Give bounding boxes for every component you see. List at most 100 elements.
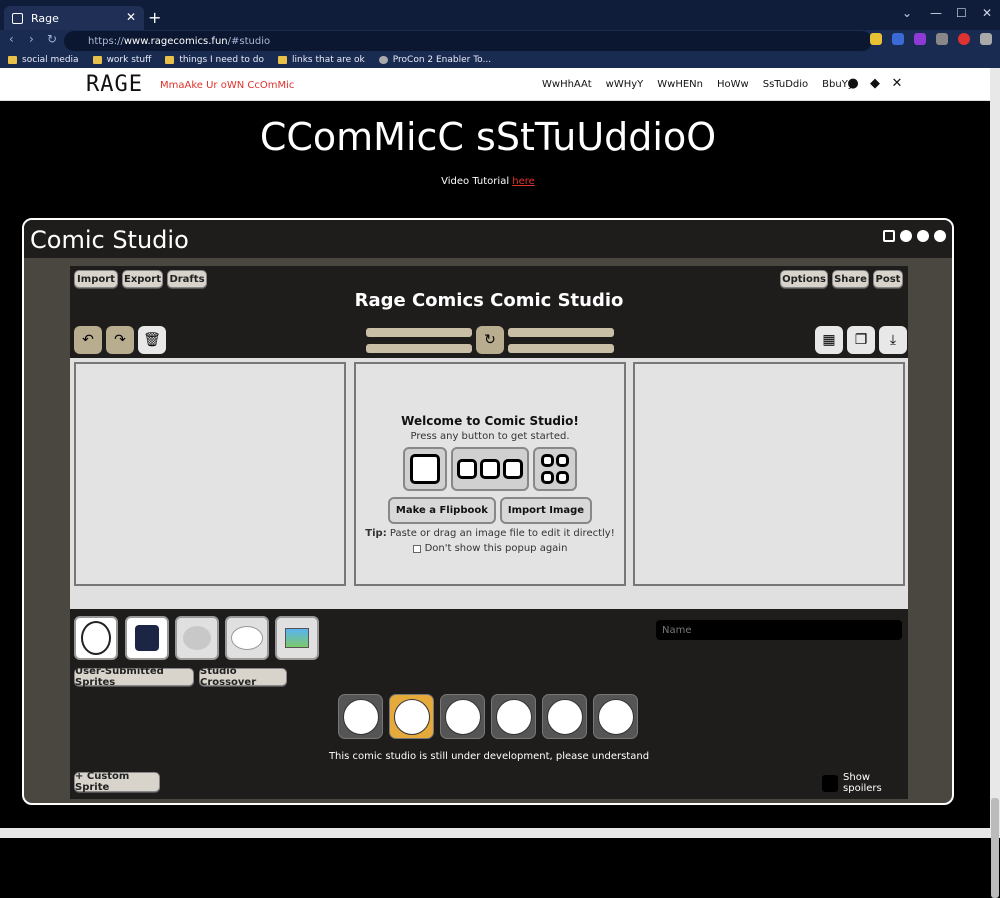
speech-bubble-sprite-button[interactable] <box>225 616 269 660</box>
comic-canvas: Welcome to Comic Studio! Press any butto… <box>70 358 908 609</box>
rage-face-sprite[interactable] <box>338 694 383 739</box>
add-panel-button[interactable]: ▦ <box>815 326 843 354</box>
panel-icon <box>457 459 477 479</box>
moon-icon[interactable] <box>917 230 929 242</box>
bookmark[interactable]: social media <box>8 55 79 65</box>
bookmark-label: work stuff <box>106 54 152 65</box>
comic-title[interactable]: Rage Comics Comic Studio <box>70 290 908 311</box>
spoiler-checkbox[interactable] <box>822 774 839 792</box>
extension-icon[interactable] <box>892 33 904 45</box>
download-icon[interactable] <box>936 33 948 45</box>
bookmark[interactable]: things I need to do <box>165 55 264 65</box>
comic-panel[interactable] <box>74 362 346 586</box>
avatar[interactable] <box>958 33 970 45</box>
comic-panel[interactable]: Welcome to Comic Studio! Press any butto… <box>354 362 626 586</box>
panel-icon <box>503 459 523 479</box>
bookmark[interactable]: links that are ok <box>278 55 365 65</box>
close-window-icon[interactable]: ✕ <box>982 6 992 20</box>
rage-face-sprite-button[interactable] <box>74 616 118 660</box>
import-image-button[interactable]: Import Image <box>499 497 593 524</box>
url-prefix: https:// <box>88 35 124 47</box>
options-button[interactable]: Options <box>780 270 828 288</box>
three-panel-layout-button[interactable] <box>451 447 529 491</box>
tab-title: Rage <box>31 11 59 25</box>
nav-link-what[interactable]: WwHhAAt <box>542 79 592 90</box>
address-bar[interactable]: https://www.ragecomics.fun/#studio <box>64 31 872 51</box>
dont-show-checkbox[interactable]: Don't show this popup again <box>412 543 567 554</box>
import-button[interactable]: Import <box>74 270 118 288</box>
duplicate-button[interactable]: ❐ <box>847 326 875 354</box>
bookmark[interactable]: ProCon 2 Enabler To... <box>378 55 491 65</box>
maximize-icon[interactable]: ☐ <box>956 6 967 20</box>
rage-face-sprite[interactable] <box>491 694 536 739</box>
show-spoilers-toggle[interactable]: Show spoilers <box>822 772 908 794</box>
delete-button[interactable]: 🗑 <box>138 326 166 354</box>
slider-bottom-right[interactable] <box>508 344 614 353</box>
popup-title: Welcome to Comic Studio! <box>401 414 579 428</box>
custom-sprite-button[interactable]: + Custom Sprite <box>74 771 160 793</box>
reload-icon[interactable]: ↻ <box>47 32 57 46</box>
menu-icon[interactable] <box>980 33 992 45</box>
hat-sprite-button[interactable] <box>125 616 169 660</box>
slider-bottom-left[interactable] <box>366 344 472 353</box>
monitor-icon[interactable] <box>883 230 895 242</box>
panel-icon <box>541 454 554 467</box>
rage-face-sprite[interactable] <box>593 694 638 739</box>
nav-link-studio[interactable]: SsTuDdio <box>763 79 808 90</box>
site-tagline: MmaAke Ur oWN CcOmMic <box>160 80 295 91</box>
horizontal-scrollbar[interactable] <box>0 828 990 838</box>
github-icon[interactable]: ● <box>846 77 860 91</box>
export-button[interactable]: Export <box>122 270 163 288</box>
nav-link-how[interactable]: HoWw <box>717 79 749 90</box>
page-title: CComMicC sStTuUddioO <box>259 115 717 159</box>
new-tab-icon[interactable]: + <box>148 8 161 27</box>
nav-link-when[interactable]: WwHENn <box>657 79 703 90</box>
extension-icon[interactable] <box>870 33 882 45</box>
swap-button[interactable]: ↻ <box>476 326 504 354</box>
single-panel-layout-button[interactable] <box>403 447 447 491</box>
post-button[interactable]: Post <box>873 270 903 288</box>
undo-button[interactable]: ↶ <box>74 326 102 354</box>
rage-face-sprite[interactable] <box>440 694 485 739</box>
slider-top-right[interactable] <box>508 328 614 337</box>
redo-button[interactable]: ↷ <box>106 326 134 354</box>
user-icon[interactable] <box>900 230 912 242</box>
scroll-thumb[interactable] <box>991 798 999 898</box>
trash-icon: 🗑 <box>143 332 161 348</box>
vertical-scrollbar[interactable] <box>990 68 1000 898</box>
user-submitted-sprites-button[interactable]: User-Submitted Sprites <box>74 666 194 688</box>
close-tab-icon[interactable]: ✕ <box>126 10 136 24</box>
extension-icon[interactable] <box>914 33 926 45</box>
checkbox[interactable] <box>412 544 421 553</box>
rage-face-sprite[interactable] <box>389 694 434 739</box>
site-logo[interactable]: RAGE <box>86 72 143 97</box>
show-spoilers-label: Show spoilers <box>843 772 882 794</box>
codepen-icon[interactable]: ◆ <box>868 77 882 91</box>
thought-bubble-sprite-button[interactable] <box>175 616 219 660</box>
video-tutorial-link[interactable]: here <box>512 176 535 187</box>
panel-icon <box>480 459 500 479</box>
minimize-icon[interactable]: — <box>930 6 942 20</box>
drafts-button[interactable]: Drafts <box>167 270 207 288</box>
rage-face-sprite[interactable] <box>542 694 587 739</box>
comic-panel[interactable] <box>633 362 905 586</box>
slider-top-left[interactable] <box>366 328 472 337</box>
back-icon[interactable]: ‹ <box>9 32 14 46</box>
name-input[interactable]: Name <box>656 620 902 640</box>
share-button[interactable]: Share <box>832 270 869 288</box>
studio-crossover-button[interactable]: Studio Crossover <box>199 666 287 688</box>
nav-link-why[interactable]: wWHyY <box>606 79 644 90</box>
redo-icon: ↷ <box>114 332 126 348</box>
download-button[interactable]: ⤓ <box>879 326 907 354</box>
browser-tab[interactable]: Rage ✕ <box>4 6 144 30</box>
grid-layout-button[interactable] <box>533 447 577 491</box>
help-icon[interactable] <box>934 230 946 242</box>
forward-icon[interactable]: › <box>29 32 34 46</box>
tab-list-icon[interactable]: ⌄ <box>902 6 912 20</box>
make-flipbook-button[interactable]: Make a Flipbook <box>387 497 496 524</box>
image-sprite-button[interactable] <box>275 616 319 660</box>
image-icon <box>285 628 309 648</box>
x-icon[interactable]: ✕ <box>890 77 904 91</box>
bookmark[interactable]: work stuff <box>92 54 152 65</box>
panel-icon <box>541 471 554 484</box>
